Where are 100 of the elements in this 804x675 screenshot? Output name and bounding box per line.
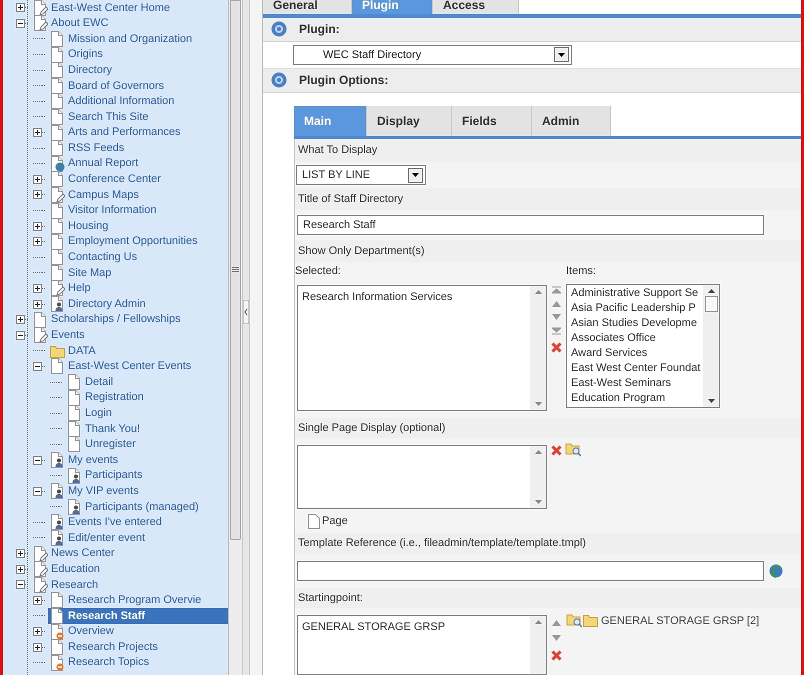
expand-icon[interactable] [16, 3, 25, 12]
tree-item[interactable]: Participants (managed) [67, 498, 201, 515]
remove-icon[interactable] [551, 342, 562, 353]
tab[interactable]: Plugin [352, 0, 433, 14]
expand-icon[interactable] [33, 627, 42, 636]
tree-item[interactable]: Origins [50, 46, 105, 63]
tree-item[interactable]: Research Staff [48, 608, 228, 624]
tree-item[interactable]: Employment Opportunities [50, 234, 200, 250]
list-option[interactable]: Education Program [571, 391, 700, 406]
expand-icon[interactable] [33, 222, 42, 231]
tree-item[interactable]: Help [50, 280, 93, 296]
expand-icon[interactable] [33, 190, 42, 200]
list-option[interactable]: Award Services [571, 346, 700, 361]
tree-item[interactable]: Registration [67, 390, 146, 406]
tree-item[interactable]: About EWC [33, 15, 110, 32]
tree-item[interactable]: Research Topics [50, 654, 152, 671]
tree-item[interactable]: Research [33, 576, 100, 593]
plugin-select[interactable]: WEC Staff Directory [293, 44, 572, 65]
tree-item[interactable]: Participants [67, 468, 144, 484]
tree-item[interactable]: Events [33, 327, 87, 344]
list-option[interactable]: Research Information Services [302, 289, 530, 306]
move-to-top-icon[interactable] [552, 286, 561, 294]
expand-icon[interactable] [16, 564, 25, 574]
expand-icon[interactable] [16, 315, 25, 324]
tree-item[interactable]: East-West Center Events [50, 358, 194, 374]
tree-item[interactable]: Visitor Information [50, 202, 158, 219]
expand-icon[interactable] [16, 549, 25, 558]
selected-listbox[interactable]: Research Information Services [297, 285, 547, 411]
remove-icon[interactable] [551, 650, 562, 661]
tree-item[interactable]: Education [33, 561, 102, 578]
tree-item[interactable]: News Center [33, 546, 117, 562]
tree-item[interactable]: Research Projects [50, 639, 160, 656]
list-option[interactable]: Asia Pacific Leadership P [571, 301, 700, 316]
tree-item[interactable]: Events I've entered [50, 514, 164, 530]
tree-item[interactable]: Site Map [50, 264, 114, 281]
tree-item[interactable]: Unregister [67, 436, 138, 452]
tab[interactable]: Main [294, 106, 367, 136]
expand-icon[interactable] [33, 300, 42, 309]
tree-item[interactable]: Thank You! [67, 420, 142, 437]
list-option[interactable]: East West Center Foundat [571, 361, 700, 376]
list-option[interactable]: Administrative Support Se [571, 286, 700, 301]
folder-search-icon[interactable] [565, 442, 581, 457]
tree-item[interactable]: Scholarships / Fellowships [33, 312, 183, 328]
move-up-icon[interactable] [552, 301, 561, 307]
collapse-icon[interactable] [33, 456, 42, 465]
template-input[interactable] [297, 561, 764, 581]
globe-icon[interactable] [769, 564, 783, 578]
folder-search-icon[interactable] [566, 613, 582, 628]
move-to-bottom-icon[interactable] [552, 327, 561, 335]
expand-icon[interactable] [33, 128, 42, 138]
startingpoint-listbox[interactable]: GENERAL STORAGE GRSP [297, 615, 547, 675]
scroll-down-icon[interactable] [708, 399, 715, 403]
collapse-handle-icon[interactable] [243, 300, 249, 324]
move-down-icon[interactable] [552, 635, 561, 641]
collapse-icon[interactable] [16, 580, 25, 590]
collapse-icon[interactable] [33, 486, 42, 496]
tree-item[interactable]: Edit/enter event [50, 530, 148, 546]
help-icon[interactable] [271, 72, 287, 88]
tree-item[interactable]: DATA [50, 342, 98, 359]
tree-item[interactable]: Board of Governors [50, 78, 166, 94]
list-option[interactable]: East-West Seminars [571, 376, 700, 391]
tree-item[interactable]: Directory [50, 62, 114, 78]
tab[interactable]: Admin [532, 106, 611, 136]
expand-icon[interactable] [33, 596, 42, 605]
grip-icon[interactable] [232, 267, 239, 273]
expand-icon[interactable] [33, 174, 42, 184]
tree-item[interactable]: Conference Center [50, 171, 163, 188]
list-option[interactable]: Asian Studies Developme [571, 316, 700, 331]
tree-item[interactable]: Campus Maps [50, 186, 141, 203]
tree-item[interactable]: RSS Feeds [50, 140, 126, 156]
tree-item[interactable]: Search This Site [50, 108, 151, 125]
tree-item[interactable]: Detail [67, 374, 116, 390]
tree-item[interactable]: Contacting Us [50, 249, 140, 266]
tree-item[interactable]: Annual Report [50, 156, 140, 172]
remove-icon[interactable] [551, 445, 562, 456]
tab[interactable]: General [263, 0, 352, 14]
tree-item[interactable]: My events [50, 452, 120, 468]
collapse-icon[interactable] [16, 18, 25, 28]
scroll-up-icon[interactable] [708, 289, 715, 293]
list-option[interactable]: Associates Office [571, 331, 700, 346]
expand-icon[interactable] [33, 642, 42, 652]
tree-item[interactable]: Arts and Performances [50, 124, 182, 141]
tree-item[interactable]: Housing [50, 218, 110, 234]
page-listbox[interactable] [297, 445, 547, 509]
tree-item[interactable]: Mission and Organization [50, 30, 194, 47]
tree-item[interactable]: East-West Center Home [33, 0, 172, 16]
move-up-icon[interactable] [552, 620, 561, 626]
tree-item[interactable]: Directory Admin [50, 296, 148, 312]
tree-item[interactable]: Additional Information [50, 93, 176, 110]
tree-item[interactable]: Research Program Overvie [50, 592, 204, 608]
scrollbar[interactable] [228, 0, 242, 675]
tab[interactable]: Display [367, 106, 452, 136]
collapse-icon[interactable] [33, 362, 42, 371]
items-listbox[interactable]: Administrative Support Se Asia Pacific Leadership P Asian Studies Developme Associates Office Award Services East West Center Foundat East-West Seminars Education Program [566, 284, 720, 408]
title-input[interactable]: Research Staff [297, 215, 764, 235]
tab[interactable]: Fields [452, 106, 532, 136]
collapse-icon[interactable] [16, 330, 25, 340]
display-select[interactable]: LIST BY LINE [296, 165, 426, 185]
tree-item[interactable]: Login [67, 405, 114, 422]
tab[interactable]: Access [433, 0, 519, 14]
